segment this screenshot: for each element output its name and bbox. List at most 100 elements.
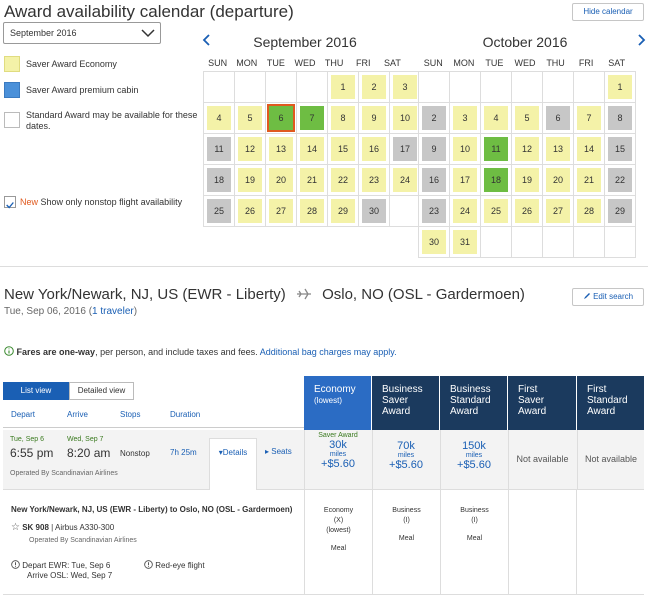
calendar-day-sep-10[interactable]: 10 [390,103,420,133]
fare-cell-business-saver[interactable]: 70k miles +$5.60 [372,430,439,490]
calendar-day-sep-21[interactable]: 21 [297,165,327,195]
calendar-day-oct-19[interactable]: 19 [512,165,542,195]
calendar-day-oct-12[interactable]: 12 [512,134,542,164]
calendar-day-oct-22[interactable]: 22 [605,165,635,195]
legend-label-standard: Standard Award may be available for thes… [26,110,198,131]
calendar-day-number: 6 [267,104,295,132]
miles-unit-economy: miles [329,451,347,458]
calendar-day-sep-15[interactable]: 15 [328,134,358,164]
calendar-day-oct-27[interactable]: 27 [543,196,573,226]
calendar-day-number: 23 [362,168,386,192]
fare-cell-first-standard: Not available [577,430,644,490]
calendar-day-oct-21[interactable]: 21 [574,165,604,195]
nonstop-checkbox[interactable] [4,196,16,209]
tab-list-view[interactable]: List view [3,382,69,400]
star-icon[interactable]: ☆ [11,522,20,533]
calendar-day-oct-7[interactable]: 7 [574,103,604,133]
fare-col-economy-title: Economy [314,384,356,395]
calendar-day-number: 5 [515,106,539,130]
seats-link[interactable]: ▸ Seats [265,447,292,456]
hide-calendar-button[interactable]: Hide calendar [572,3,644,21]
calendar-day-sep-17[interactable]: 17 [390,134,420,164]
edit-search-button[interactable]: Edit search [572,288,644,306]
calendar-day-oct-31[interactable]: 31 [450,227,480,257]
calendar-day-sep-19[interactable]: 19 [235,165,265,195]
calendar-day-oct-25[interactable]: 25 [481,196,511,226]
calendar-day-oct-24[interactable]: 24 [450,196,480,226]
calendar-day-sep-29[interactable]: 29 [328,196,358,226]
calendar-day-sep-7[interactable]: 7 [297,103,327,133]
calendar-day-oct-6[interactable]: 6 [543,103,573,133]
calendar-day-sep-16[interactable]: 16 [359,134,389,164]
dow-wed: WED [514,58,536,68]
fare-cell-first-saver: Not available [508,430,576,490]
calendar-day-oct-18[interactable]: 18 [481,165,511,195]
fare-col-business-standard[interactable]: Business Standard Award [440,376,507,430]
calendar-day-oct-17[interactable]: 17 [450,165,480,195]
calendar-day-oct-26[interactable]: 26 [512,196,542,226]
calendar-day-sep-6[interactable]: 6 [266,103,296,133]
travelers-link[interactable]: 1 traveler [92,306,134,317]
calendar-day-sep-1[interactable]: 1 [328,72,358,102]
miles-business-saver: 70k [397,440,415,452]
calendar-day-sep-12[interactable]: 12 [235,134,265,164]
calendar-day-sep-23[interactable]: 23 [359,165,389,195]
calendar-day-oct-29[interactable]: 29 [605,196,635,226]
fare-cell-economy[interactable]: Saver Award 30k miles +$5.60 [304,430,371,490]
duration-value[interactable]: 7h 25m [170,448,197,457]
col-depart[interactable]: Depart [11,410,35,419]
fare-col-first-standard[interactable]: First Standard Award [577,376,644,430]
fare-cell-business-standard[interactable]: 150k miles +$5.60 [440,430,507,490]
col-duration[interactable]: Duration [170,410,200,419]
fares-note-text: , per person, and include taxes and fees… [95,347,258,357]
detail-operated: Operated By Scandinavian Airlines [29,537,137,544]
calendar-day-sep-4[interactable]: 4 [204,103,234,133]
detail-flight-number: SK 908 [22,523,49,532]
calendar-day-oct-23[interactable]: 23 [419,196,449,226]
calendar-day-oct-20[interactable]: 20 [543,165,573,195]
col-stops[interactable]: Stops [120,410,140,419]
calendar-day-sep-25[interactable]: 25 [204,196,234,226]
calendar-day-sep-9[interactable]: 9 [359,103,389,133]
calendar-day-oct-1[interactable]: 1 [605,72,635,102]
fare-col-first-saver[interactable]: First Saver Award [508,376,576,430]
calendar-day-sep-3[interactable]: 3 [390,72,420,102]
calendar-day-oct-8[interactable]: 8 [605,103,635,133]
calendar-day-oct-9[interactable]: 9 [419,134,449,164]
calendar-day-oct-16[interactable]: 16 [419,165,449,195]
tab-detailed-view[interactable]: Detailed view [69,382,134,400]
fare-col-business-saver[interactable]: Business Saver Award [372,376,439,430]
calendar-day-sep-5[interactable]: 5 [235,103,265,133]
calendar-day-sep-8[interactable]: 8 [328,103,358,133]
calendar-day-oct-4[interactable]: 4 [481,103,511,133]
calendar-day-oct-30[interactable]: 30 [419,227,449,257]
calendar-day-oct-15[interactable]: 15 [605,134,635,164]
calendar-day-sep-22[interactable]: 22 [328,165,358,195]
calendar-day-oct-14[interactable]: 14 [574,134,604,164]
calendar-day-oct-5[interactable]: 5 [512,103,542,133]
calendar-day-sep-20[interactable]: 20 [266,165,296,195]
calendar-day-sep-24[interactable]: 24 [390,165,420,195]
month-select[interactable]: September 2016 [3,22,161,44]
calendar-day-sep-11[interactable]: 11 [204,134,234,164]
calendar-day-sep-30[interactable]: 30 [359,196,389,226]
calendar-day-oct-13[interactable]: 13 [543,134,573,164]
details-toggle[interactable]: ▾Details [209,438,257,490]
calendar-day-oct-28[interactable]: 28 [574,196,604,226]
calendar-day-oct-10[interactable]: 10 [450,134,480,164]
next-month-button[interactable] [636,33,646,50]
fare-col-economy[interactable]: Economy (lowest) [304,376,371,430]
calendar-day-sep-28[interactable]: 28 [297,196,327,226]
calendar-day-sep-26[interactable]: 26 [235,196,265,226]
calendar-empty-cell [543,72,573,102]
calendar-day-sep-14[interactable]: 14 [297,134,327,164]
calendar-day-oct-11[interactable]: 11 [481,134,511,164]
calendar-day-oct-2[interactable]: 2 [419,103,449,133]
col-arrive[interactable]: Arrive [67,410,88,419]
calendar-day-sep-2[interactable]: 2 [359,72,389,102]
calendar-day-sep-27[interactable]: 27 [266,196,296,226]
calendar-day-oct-3[interactable]: 3 [450,103,480,133]
bag-charges-link[interactable]: Additional bag charges may apply. [260,347,397,357]
calendar-day-sep-13[interactable]: 13 [266,134,296,164]
calendar-day-sep-18[interactable]: 18 [204,165,234,195]
